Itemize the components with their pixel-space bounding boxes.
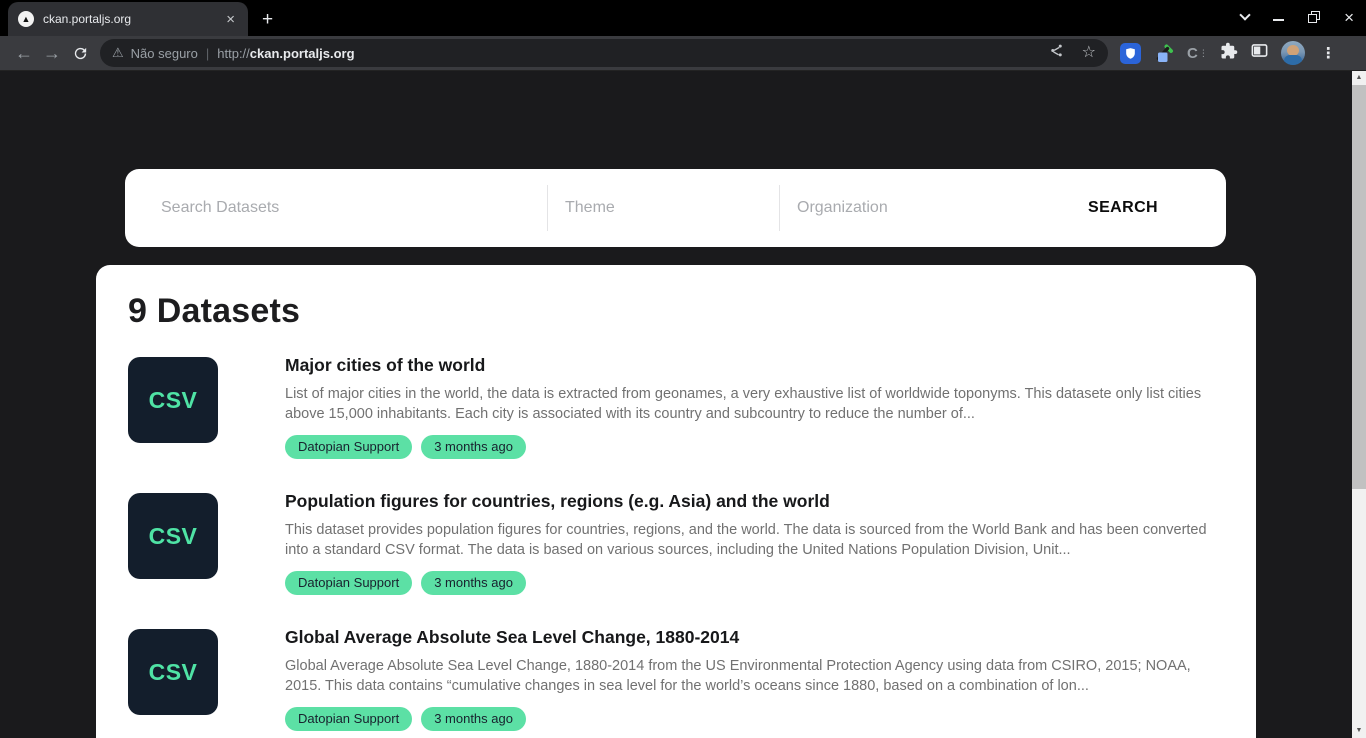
colorzilla-dots-glyph: ⋮ (1199, 48, 1208, 59)
search-input[interactable] (161, 199, 547, 217)
results-panel: 9 Datasets CSV Major cities of the world… (96, 265, 1256, 738)
updated-badge: 3 months ago (421, 707, 526, 731)
dataset-row[interactable]: CSV Population figures for countries, re… (128, 493, 1224, 595)
organization-input[interactable] (780, 199, 1030, 217)
forward-icon[interactable]: → (38, 44, 66, 62)
new-tab-button[interactable]: + (262, 10, 273, 29)
org-badge: Datopian Support (285, 707, 412, 731)
site-favicon-icon: ▲ (18, 11, 34, 27)
address-bar[interactable]: ⚠ Não seguro | http:// ckan.portaljs.org… (100, 39, 1108, 67)
security-label: Não seguro (131, 46, 198, 61)
browser-menu-icon[interactable]: ⋮ (1321, 44, 1336, 62)
search-panel: SEARCH (125, 169, 1226, 247)
bookmark-star-icon[interactable]: ☆ (1082, 45, 1096, 61)
format-label: CSV (149, 387, 198, 414)
colorzilla-extension-icon[interactable]: C ⋮ (1187, 45, 1208, 62)
browser-toolbar: ← → ⚠ Não seguro | http:// ckan.portaljs… (0, 36, 1366, 71)
scrollbar-up-icon[interactable]: ▲ (1352, 71, 1366, 85)
search-button[interactable]: SEARCH (1088, 199, 1158, 217)
tab-strip: ▲ ckan.portaljs.org × + × (0, 0, 1366, 36)
dataset-title[interactable]: Major cities of the world (285, 355, 1224, 376)
dataset-title[interactable]: Population figures for countries, region… (285, 491, 1224, 512)
window-close-icon[interactable]: × (1344, 9, 1354, 26)
dataset-row[interactable]: CSV Global Average Absolute Sea Level Ch… (128, 629, 1224, 731)
scrollbar-thumb[interactable] (1352, 85, 1366, 489)
page-content: SEARCH 9 Datasets CSV Major cities of th… (0, 71, 1366, 738)
org-badge: Datopian Support (285, 435, 412, 459)
format-label: CSV (149, 659, 198, 686)
side-panel-icon[interactable] (1250, 41, 1269, 65)
theme-input[interactable] (548, 199, 779, 217)
eyedropper-extension-icon[interactable] (1153, 42, 1175, 64)
dataset-description: This dataset provides population figures… (285, 520, 1223, 560)
reload-icon[interactable] (66, 45, 94, 62)
back-icon[interactable]: ← (10, 44, 38, 62)
updated-badge: 3 months ago (421, 435, 526, 459)
restore-icon[interactable] (1308, 11, 1320, 23)
favicon-triangle-icon: ▲ (22, 15, 31, 24)
extensions-puzzle-icon[interactable] (1220, 42, 1238, 65)
url-scheme: http:// (217, 46, 250, 61)
browser-tab[interactable]: ▲ ckan.portaljs.org × (8, 2, 248, 36)
window-controls: × (1241, 0, 1354, 34)
bitwarden-extension-icon[interactable] (1120, 43, 1141, 64)
results-count-heading: 9 Datasets (128, 292, 1224, 331)
window-menu-chevron-icon[interactable] (1239, 9, 1250, 20)
tab-close-icon[interactable]: × (223, 11, 238, 28)
profile-avatar[interactable] (1281, 41, 1305, 65)
dataset-title[interactable]: Global Average Absolute Sea Level Change… (285, 627, 1224, 648)
csv-format-tile: CSV (128, 493, 218, 579)
csv-format-tile: CSV (128, 357, 218, 443)
updated-badge: 3 months ago (421, 571, 526, 595)
not-secure-warning-icon: ⚠ (112, 45, 124, 61)
format-label: CSV (149, 523, 198, 550)
tab-title: ckan.portaljs.org (43, 12, 223, 26)
scrollbar-down-icon[interactable]: ▼ (1352, 724, 1366, 738)
dataset-description: List of major cities in the world, the d… (285, 384, 1223, 424)
page-scrollbar[interactable]: ▲ ▼ (1352, 71, 1366, 738)
share-icon[interactable] (1049, 43, 1064, 63)
minimize-icon[interactable] (1273, 19, 1284, 21)
extensions-cluster: C ⋮ ⋮ (1120, 41, 1336, 65)
csv-format-tile: CSV (128, 629, 218, 715)
colorzilla-c-glyph: C (1187, 45, 1198, 62)
url-domain: ckan.portaljs.org (250, 46, 355, 61)
dataset-description: Global Average Absolute Sea Level Change… (285, 656, 1223, 696)
dataset-row[interactable]: CSV Major cities of the world List of ma… (128, 357, 1224, 459)
url-separator: | (206, 46, 209, 61)
org-badge: Datopian Support (285, 571, 412, 595)
